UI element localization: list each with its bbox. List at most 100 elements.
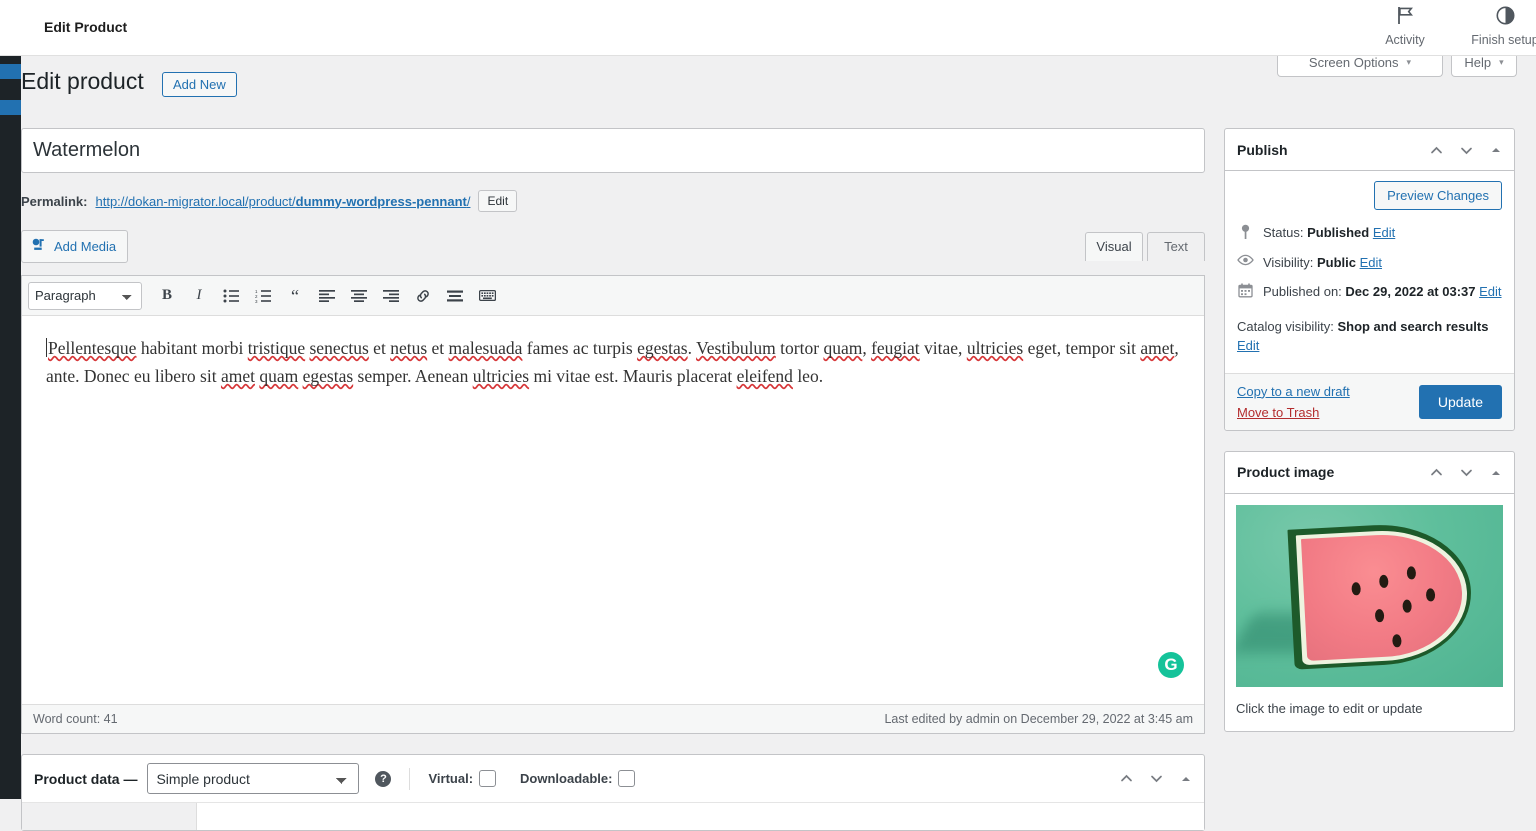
word-count: Word count: 41: [33, 712, 118, 726]
toggle-panel-icon[interactable]: [1176, 769, 1196, 789]
grammarly-badge[interactable]: G: [1158, 652, 1184, 678]
published-on-text: Published on: Dec 29, 2022 at 03:37 Edit: [1263, 282, 1502, 302]
watermelon-seed: [1406, 565, 1417, 580]
admin-menu-strip[interactable]: [0, 56, 21, 799]
status-row: Status: Published Edit: [1237, 218, 1502, 248]
eye-icon: [1237, 253, 1254, 266]
move-up-icon[interactable]: [1426, 463, 1446, 483]
tab-visual[interactable]: Visual: [1085, 232, 1143, 261]
catalog-label: Catalog visibility:: [1237, 318, 1334, 334]
bulleted-list-icon[interactable]: [216, 282, 246, 310]
publish-panel: Publish Preview Changes Status: Publishe…: [1224, 128, 1515, 431]
watermelon-seed: [1378, 574, 1389, 588]
downloadable-checkbox[interactable]: [618, 770, 636, 787]
pin-icon: [1237, 223, 1254, 240]
watermelon-seed: [1351, 581, 1361, 596]
product-image-thumbnail[interactable]: [1236, 504, 1503, 687]
move-up-icon[interactable]: [1426, 140, 1446, 160]
permalink-edit-button[interactable]: Edit: [478, 190, 518, 212]
move-down-icon[interactable]: [1456, 463, 1476, 483]
keyboard-shortcuts-icon[interactable]: [472, 282, 502, 310]
product-title-input[interactable]: [21, 128, 1205, 173]
permalink-prefix: http://dokan-migrator.local/product/: [95, 193, 296, 209]
visibility-text: Visibility: Public Edit: [1263, 253, 1382, 273]
svg-text:3: 3: [255, 299, 258, 303]
virtual-label: Virtual:: [428, 771, 474, 786]
move-to-trash-link[interactable]: Move to Trash: [1237, 405, 1350, 420]
watermelon-seed: [1402, 598, 1412, 613]
status-value: Published: [1307, 225, 1370, 240]
watermelon-seed: [1392, 633, 1402, 647]
catalog-text: Catalog visibility: Shop and search resu…: [1237, 317, 1502, 356]
virtual-checkbox[interactable]: [479, 770, 497, 787]
text-caret: [46, 338, 47, 357]
visibility-edit-link[interactable]: Edit: [1360, 255, 1382, 270]
status-label: Status:: [1263, 225, 1304, 240]
calendar-icon: [1237, 282, 1254, 298]
move-up-icon[interactable]: [1116, 769, 1136, 789]
update-button[interactable]: Update: [1418, 384, 1502, 419]
screen-options-label: Screen Options: [1308, 54, 1399, 70]
preview-changes-button[interactable]: Preview Changes: [1374, 181, 1502, 210]
last-edited: Last edited by admin on December 29, 202…: [884, 712, 1193, 726]
downloadable-label: Downloadable:: [520, 771, 613, 786]
flag-icon: [1362, 6, 1448, 30]
visibility-label: Visibility:: [1263, 254, 1314, 270]
watermelon-seed: [1425, 587, 1436, 602]
status-edit-link[interactable]: Edit: [1373, 225, 1395, 240]
activity-label: Activity: [1385, 33, 1425, 47]
blockquote-icon[interactable]: “: [280, 282, 310, 310]
permalink-row: Permalink: http://dokan-migrator.local/p…: [21, 190, 1205, 212]
product-image-caption: Click the image to edit or update: [1236, 700, 1423, 716]
product-data-content-column: [197, 803, 1204, 830]
product-data-panel-controls: [1116, 755, 1196, 802]
page-title: Edit product: [21, 68, 144, 94]
align-right-icon[interactable]: [376, 282, 406, 310]
paragraph-format-select[interactable]: Paragraph: [28, 281, 142, 310]
woocommerce-header-bar: Edit Product Activity Finish setup: [0, 0, 1536, 56]
published-value: Dec 29, 2022 at 03:37: [1345, 284, 1476, 299]
italic-icon[interactable]: I: [184, 282, 214, 310]
help-icon[interactable]: ?: [375, 770, 392, 787]
permalink-label: Permalink:: [21, 193, 88, 209]
insert-link-icon[interactable]: [408, 282, 438, 310]
publish-panel-controls: [1426, 129, 1506, 171]
editor-content-area[interactable]: Pellentesque habitant morbi tristique se…: [22, 316, 1204, 704]
align-left-icon[interactable]: [312, 282, 342, 310]
product-type-select[interactable]: Simple productGrouped productExternal/Af…: [147, 763, 360, 794]
numbered-list-icon[interactable]: 1 2 3: [248, 282, 278, 310]
published-edit-link[interactable]: Edit: [1479, 284, 1501, 299]
move-down-icon[interactable]: [1146, 769, 1166, 789]
bold-icon[interactable]: B: [152, 282, 182, 310]
half-circle-icon: [1450, 6, 1536, 30]
toggle-panel-icon[interactable]: [1486, 463, 1506, 483]
permalink-link[interactable]: http://dokan-migrator.local/product/dumm…: [95, 194, 470, 209]
admin-menu-highlight: [0, 64, 21, 79]
activity-button[interactable]: Activity: [1362, 6, 1448, 47]
editor-toolbar: Paragraph B I 1 2 3 “: [22, 276, 1204, 316]
media-icon: [31, 237, 47, 256]
publish-actions: Copy to a new draft Move to Trash Update: [1225, 372, 1514, 430]
published-on-row: Published on: Dec 29, 2022 at 03:37 Edit: [1237, 277, 1502, 307]
catalog-value: Shop and search results: [1337, 318, 1489, 334]
editor-status-bar: Word count: 41 Last edited by admin on D…: [22, 704, 1204, 733]
product-image-panel-controls: [1426, 452, 1506, 494]
product-data-tab-column[interactable]: [22, 803, 197, 830]
permalink-slug: dummy-wordpress-pennant: [295, 193, 467, 209]
product-image-panel-title: Product image: [1237, 464, 1335, 480]
permalink-suffix: /: [466, 193, 471, 209]
copy-to-new-draft-link[interactable]: Copy to a new draft: [1237, 384, 1350, 399]
move-down-icon[interactable]: [1456, 140, 1476, 160]
add-new-button[interactable]: Add New: [162, 72, 237, 97]
add-media-button[interactable]: Add Media: [21, 230, 129, 263]
tab-text[interactable]: Text: [1147, 232, 1205, 261]
published-label: Published on:: [1263, 284, 1342, 299]
catalog-edit-link[interactable]: Edit: [1237, 338, 1259, 353]
align-center-icon[interactable]: [344, 282, 374, 310]
editor-paragraph: Pellentesque habitant morbi tristique se…: [46, 338, 1179, 386]
toggle-panel-icon[interactable]: [1486, 140, 1506, 160]
read-more-icon[interactable]: [440, 282, 470, 310]
finish-setup-button[interactable]: Finish setup: [1450, 6, 1536, 47]
admin-menu-highlight: [0, 100, 21, 115]
finish-setup-label: Finish setup: [1471, 33, 1536, 47]
